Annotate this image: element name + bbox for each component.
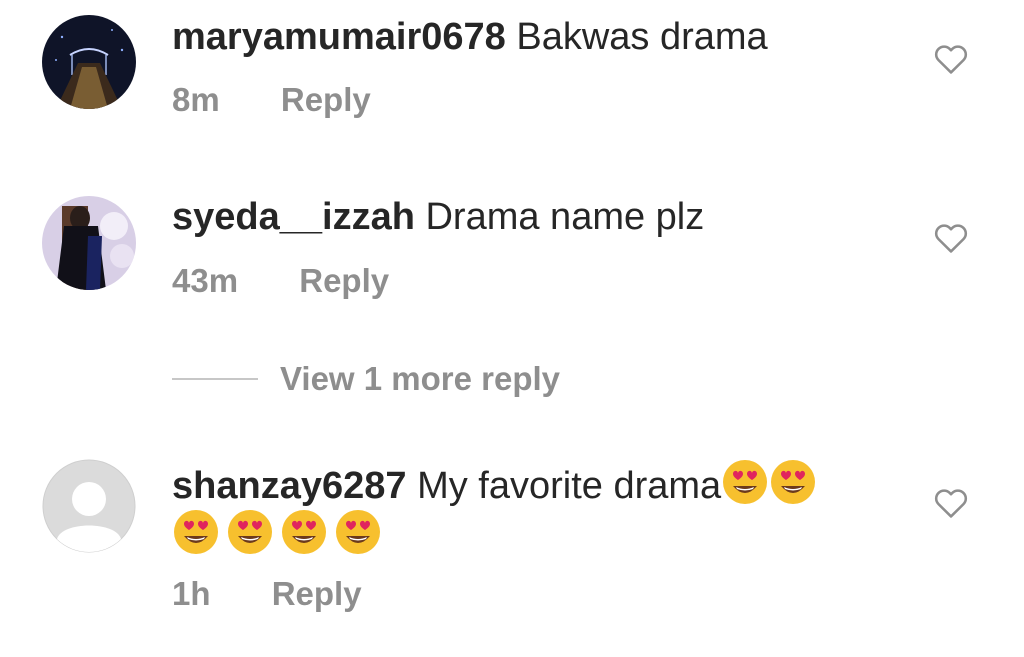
divider-line xyxy=(172,378,258,380)
comment-text: Bakwas drama xyxy=(516,16,768,58)
heart-outline-icon[interactable] xyxy=(934,222,968,254)
heart-eyes-emoji xyxy=(336,510,380,554)
avatar[interactable] xyxy=(42,15,136,109)
comment-text: My favorite drama xyxy=(417,465,722,507)
emoji-row xyxy=(172,508,382,556)
view-more-replies-button[interactable]: View 1 more reply xyxy=(172,360,560,398)
view-more-replies-label: View 1 more reply xyxy=(280,360,561,397)
username[interactable]: shanzay6287 xyxy=(172,465,407,507)
comment-text: Drama name plz xyxy=(425,196,705,238)
heart-eyes-emoji xyxy=(723,460,768,504)
reply-button[interactable]: Reply xyxy=(281,81,371,118)
heart-eyes-emoji xyxy=(771,460,816,504)
username[interactable]: maryamumair0678 xyxy=(172,16,506,58)
avatar[interactable] xyxy=(42,196,136,290)
comment-time: 8m xyxy=(172,81,220,118)
emoji-inline-group xyxy=(721,460,817,507)
heart-eyes-emoji xyxy=(228,510,272,554)
person-photo xyxy=(42,196,136,290)
heart-outline-icon[interactable] xyxy=(934,487,968,519)
default-user-placeholder xyxy=(42,459,136,553)
heart-outline-icon[interactable] xyxy=(934,43,968,75)
heart-eyes-emoji xyxy=(174,510,218,554)
reply-button[interactable]: Reply xyxy=(272,575,362,612)
night-bridge-photo xyxy=(42,15,136,109)
heart-eyes-emoji xyxy=(282,510,326,554)
comment-time: 43m xyxy=(172,262,239,299)
comment-time: 1h xyxy=(172,575,211,612)
reply-button[interactable]: Reply xyxy=(299,262,389,299)
avatar[interactable] xyxy=(42,459,136,553)
username[interactable]: syeda__izzah xyxy=(172,196,415,238)
